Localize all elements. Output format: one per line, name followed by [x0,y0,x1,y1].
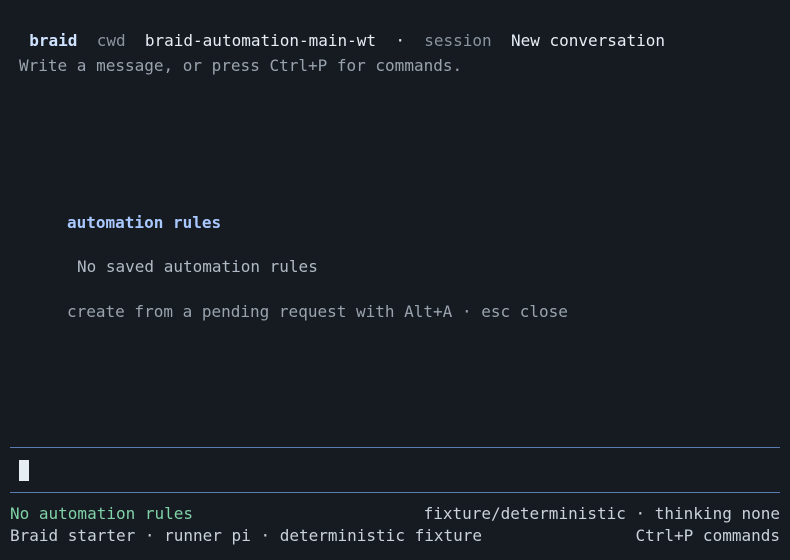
message-placeholder: Write a message, or press Ctrl+P for com… [19,56,463,75]
status-runner-info: Braid starter · runner pi · deterministi… [10,526,483,545]
cwd-value: braid-automation-main-wt [144,31,377,50]
status-rules-count: No automation rules [10,504,194,523]
text-cursor [19,460,29,481]
session-label: session [424,31,492,50]
app-name: braid [29,31,78,50]
header-bar: braid cwd braid-automation-main-wt · ses… [10,11,665,51]
input-divider-bottom [10,492,780,493]
session-value: New conversation [510,31,666,50]
status-commands-hint: Ctrl+P commands [635,526,781,545]
empty-state-message: No saved automation rules [77,257,318,276]
header-separator: · [395,31,405,50]
panel-title: automation rules [67,213,222,232]
message-input[interactable] [10,448,780,492]
panel-hint: create from a pending request with Alt+A… [67,302,568,321]
status-model-info: fixture/deterministic · thinking none [423,504,780,523]
cwd-label: cwd [96,31,126,50]
